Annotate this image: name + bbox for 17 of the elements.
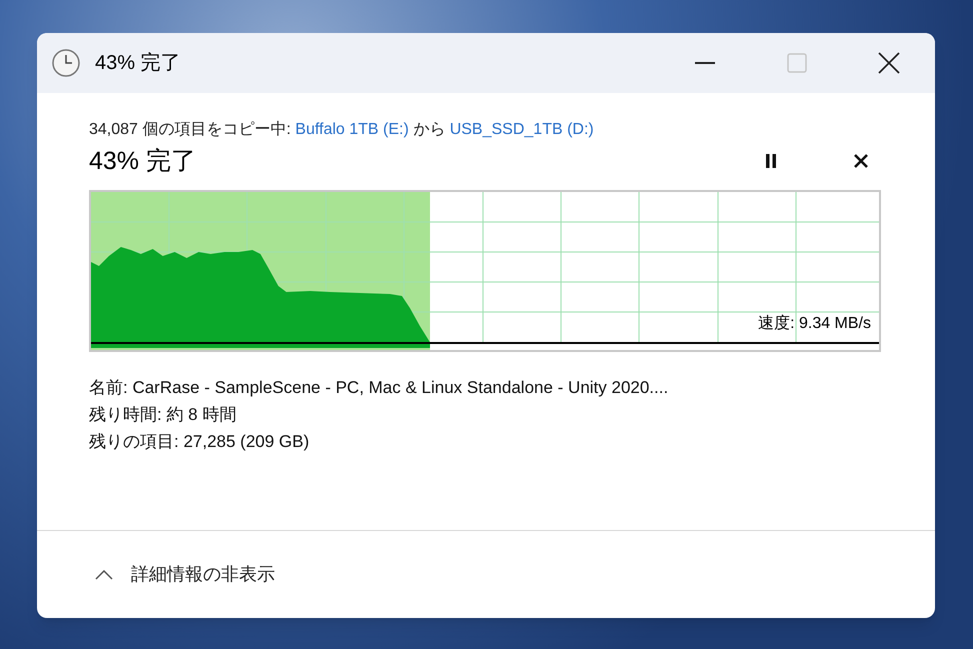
close-icon — [878, 52, 900, 74]
cancel-icon — [854, 154, 868, 168]
maximize-icon — [787, 53, 807, 73]
clock-icon — [51, 48, 81, 78]
copy-status-text: 34,087 個の項目をコピー中: Buffalo 1TB (E:) から USB_SSD_1TB (D:) — [89, 120, 595, 140]
detail-line: 残り時間: 約 8 時間 — [89, 404, 238, 426]
caret-icon — [95, 570, 113, 580]
pause-icon — [765, 154, 777, 168]
detail-line: 名前: CarRase - SampleScene - PC, Mac & Linux Standalone - Unity 2020.... — [89, 377, 670, 399]
speed-reading: 速度: 9.34 MB/s — [758, 314, 871, 334]
window-title: 43% 完了 — [95, 51, 181, 76]
details-toggle-button[interactable]: 詳細情報の非表示 — [95, 561, 275, 588]
minimize-icon — [695, 62, 715, 64]
progress-heading: 43% 完了 — [89, 146, 196, 177]
detail-line: 残りの項目: 27,285 (209 GB) — [89, 431, 310, 453]
source-drive-link[interactable]: Buffalo 1TB (E:) — [295, 121, 409, 138]
destination-drive-link[interactable]: USB_SSD_1TB (D:) — [450, 121, 594, 138]
